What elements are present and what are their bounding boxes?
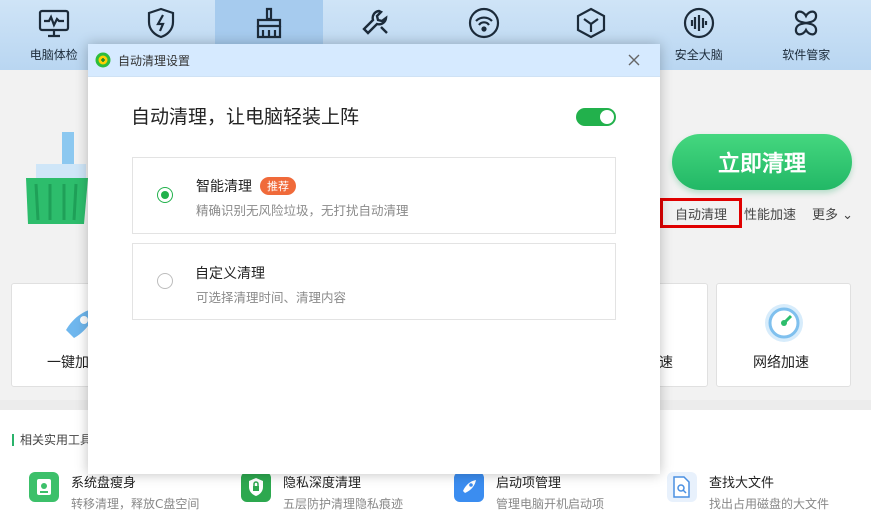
tool-desc: 转移清理，释放C盘空间 [71,497,200,511]
cube-icon [577,7,606,39]
recommended-badge: 推荐 [260,177,296,195]
option-desc: 可选择清理时间、清理内容 [196,290,347,305]
dialog-heading: 自动清理，让电脑轻装上阵 [131,106,360,128]
shield-lock-icon [241,472,271,502]
app-logo-icon [95,52,111,68]
grid-flower-icon [795,10,818,36]
feature-card-network-boost[interactable]: 网络加速 [716,283,851,387]
toggle-knob [600,110,614,124]
soundwave-icon [683,7,714,39]
tool-name: 查找大文件 [709,476,775,491]
rocket-icon [454,472,484,502]
option-smart-clean[interactable]: 智能清理 推荐 精确识别无风险垃圾，无打扰自动清理 [132,157,616,234]
wrench-icon [362,9,389,35]
radio-smart-clean[interactable] [157,187,173,203]
card-caption: 网络加速 [753,355,809,371]
tool-startup-manager[interactable]: 启动项管理 管理电脑开机启动项 [454,472,604,512]
broom-icon [256,7,281,39]
tool-desc: 找出占用磁盘的大文件 [709,497,830,511]
dialog-titlebar: 自动清理设置 [88,44,660,76]
disk-icon [29,472,59,502]
more-dropdown[interactable]: 更多 ⌄ [812,204,853,223]
file-search-icon [667,472,697,502]
tool-desc: 五层防护清理隐私痕迹 [283,497,404,511]
card-caption: 速 [659,355,673,371]
chevron-down-icon: ⌄ [842,207,854,223]
option-desc: 精确识别无风险垃圾，无打扰自动清理 [196,203,409,218]
action-links: 自动清理 性能加速 更多 ⌄ [660,198,853,228]
broom-illustration-icon [26,132,88,224]
nav-item-security-brain[interactable]: 安全大脑 [645,0,753,70]
nav-label: 安全大脑 [674,48,723,62]
nav-item-software-manager[interactable]: 软件管家 [753,0,861,70]
option-name: 自定义清理 [195,266,265,282]
option-title: 自定义清理 [195,263,265,283]
titlebar-divider [88,76,660,77]
nav-label: 电脑体检 [29,48,78,62]
tool-name: 系统盘瘦身 [71,476,137,491]
tool-find-large-files[interactable]: 查找大文件 找出占用磁盘的大文件 [667,472,829,512]
dialog-title: 自动清理设置 [118,53,191,68]
nav-label: 软件管家 [782,48,831,62]
option-custom-clean[interactable]: 自定义清理 可选择清理时间、清理内容 [132,243,616,320]
card-caption: 一键加 [47,355,89,371]
close-icon[interactable] [626,52,642,68]
auto-clean-label: 自动清理 [674,207,727,223]
option-title: 智能清理 推荐 [196,176,296,196]
tool-desc: 管理电脑开机启动项 [496,497,605,511]
clean-now-button[interactable]: 立即清理 [672,134,852,190]
auto-clean-link[interactable]: 自动清理 [660,198,742,228]
speedometer-icon [765,304,803,342]
auto-clean-toggle[interactable] [576,108,616,126]
shield-bolt-icon [148,7,175,39]
auto-clean-settings-dialog: 自动清理设置 自动清理，让电脑轻装上阵 智能清理 推荐 精确识别无风险垃圾，无打… [88,44,660,474]
tool-name: 启动项管理 [496,476,562,491]
tools-title: 相关实用工具 [12,434,92,446]
more-label: 更多 [812,207,839,223]
wifi-icon [468,7,499,39]
tool-name: 隐私深度清理 [283,476,362,491]
monitor-pulse-icon [38,9,69,38]
option-name: 智能清理 [196,179,252,195]
perf-boost-link[interactable]: 性能加速 [744,204,796,223]
radio-custom-clean[interactable] [157,273,173,289]
tool-system-disk-slim[interactable]: 系统盘瘦身 转移清理，释放C盘空间 [29,472,199,512]
tool-privacy-clean[interactable]: 隐私深度清理 五层防护清理隐私痕迹 [241,472,403,512]
